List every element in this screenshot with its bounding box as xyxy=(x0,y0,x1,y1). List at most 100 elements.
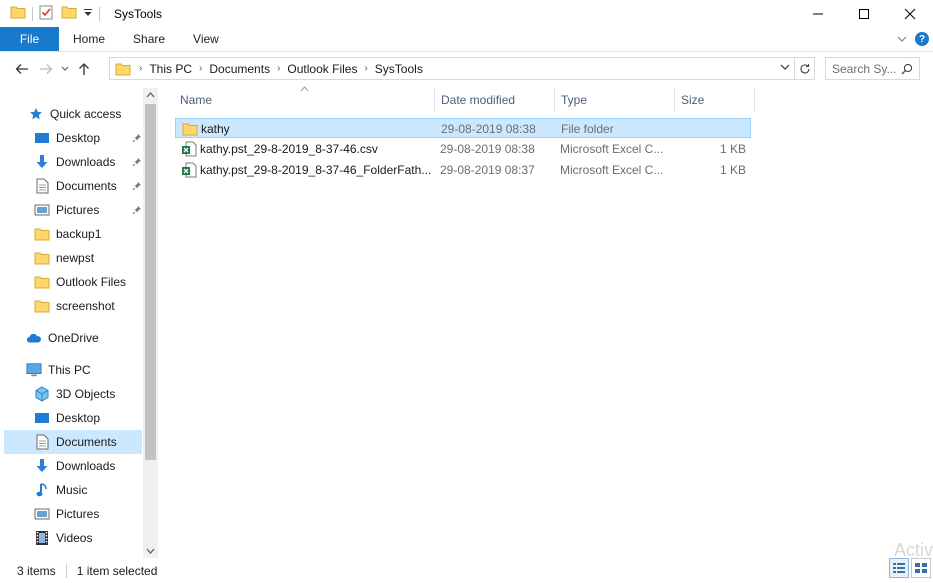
address-dropdown-icon[interactable] xyxy=(780,63,790,71)
sidebar-item-music[interactable]: Music xyxy=(34,478,142,502)
file-row-csv[interactable]: kathy.pst_29-8-2019_8-37-46.csv 29-08-20… xyxy=(175,139,751,159)
music-note-icon xyxy=(34,482,50,498)
folder-icon xyxy=(182,119,198,139)
sidebar-item-desktop[interactable]: Desktop xyxy=(34,126,142,150)
breadcrumb-separator-icon[interactable]: › xyxy=(199,63,202,74)
ribbon-tabs: File Home Share View ? xyxy=(0,27,933,51)
sidebar-item-3d-objects[interactable]: 3D Objects xyxy=(34,382,142,406)
scroll-down-icon[interactable] xyxy=(146,548,155,555)
column-header-date-modified[interactable]: Date modified xyxy=(435,88,555,112)
details-view-icon[interactable] xyxy=(889,558,909,578)
sidebar-item-backup1[interactable]: backup1 xyxy=(34,222,142,246)
scrollbar-thumb[interactable] xyxy=(145,104,156,460)
navigation-pane-scrollbar[interactable] xyxy=(143,88,158,558)
folder-icon xyxy=(34,226,50,242)
breadcrumb-outlook-files[interactable]: Outlook Files xyxy=(287,62,357,76)
tab-file[interactable]: File xyxy=(0,27,59,51)
file-type: Microsoft Excel C... xyxy=(560,142,664,156)
folder-icon xyxy=(34,250,50,266)
sidebar-item-newpst[interactable]: newpst xyxy=(34,246,142,270)
file-row-folderfath[interactable]: kathy.pst_29-8-2019_8-37-46_FolderFath..… xyxy=(175,160,751,180)
sidebar-item-downloads[interactable]: Downloads xyxy=(34,150,142,174)
up-button[interactable] xyxy=(72,57,96,81)
maximize-button[interactable] xyxy=(841,0,887,27)
computer-icon xyxy=(26,362,42,378)
sidebar-item-documents[interactable]: Documents xyxy=(34,174,142,198)
column-header-size[interactable]: Size xyxy=(675,88,755,112)
file-size: 1 KB xyxy=(719,163,746,177)
breadcrumb-systools[interactable]: SysTools xyxy=(375,62,423,76)
folder-icon xyxy=(34,274,50,290)
excel-csv-icon xyxy=(181,160,197,180)
tab-home[interactable]: Home xyxy=(59,27,119,51)
desktop-icon xyxy=(34,410,50,426)
status-bar: 3 items 1 item selected xyxy=(0,558,933,583)
sort-ascending-icon xyxy=(300,86,309,92)
expand-ribbon-icon[interactable] xyxy=(897,32,907,46)
scroll-up-icon[interactable] xyxy=(146,91,155,98)
recent-locations-button[interactable] xyxy=(58,57,72,81)
desktop-icon xyxy=(34,130,50,146)
pictures-icon xyxy=(34,202,50,218)
excel-csv-icon xyxy=(181,139,197,159)
document-icon xyxy=(34,434,50,450)
file-type: File folder xyxy=(561,122,614,136)
film-icon xyxy=(34,530,50,546)
breadcrumb-this-pc[interactable]: This PC xyxy=(149,62,192,76)
sidebar-item-pc-documents[interactable]: Documents xyxy=(4,430,142,454)
breadcrumb-documents[interactable]: Documents xyxy=(209,62,270,76)
refresh-icon[interactable] xyxy=(794,58,814,79)
back-button[interactable] xyxy=(10,57,34,81)
file-date: 29-08-2019 08:38 xyxy=(441,122,536,136)
navigation-pane: Quick access Desktop Downloads Documents… xyxy=(0,88,158,558)
search-icon[interactable] xyxy=(901,63,913,75)
title-bar: SysTools xyxy=(0,0,933,27)
sidebar-item-onedrive[interactable]: OneDrive xyxy=(26,326,142,350)
column-header-name[interactable]: Name xyxy=(174,86,435,112)
file-name: kathy.pst_29-8-2019_8-37-46.csv xyxy=(200,142,378,156)
pin-icon[interactable] xyxy=(132,156,142,170)
forward-button[interactable] xyxy=(34,57,58,81)
pictures-icon xyxy=(34,506,50,522)
search-input[interactable]: Search Sy... xyxy=(825,57,920,80)
new-folder-icon[interactable] xyxy=(61,5,77,22)
file-row-kathy[interactable]: kathy 29-08-2019 08:38 File folder xyxy=(175,118,751,138)
file-name: kathy xyxy=(201,122,230,136)
download-arrow-icon xyxy=(34,458,50,474)
sidebar-item-outlook-files[interactable]: Outlook Files xyxy=(34,270,142,294)
minimize-button[interactable] xyxy=(795,0,841,27)
file-date: 29-08-2019 08:37 xyxy=(440,163,535,177)
close-button[interactable] xyxy=(887,0,933,27)
sidebar-item-pc-downloads[interactable]: Downloads xyxy=(34,454,142,478)
window-title: SysTools xyxy=(114,6,163,21)
tab-view[interactable]: View xyxy=(179,27,233,51)
customize-toolbar-icon[interactable] xyxy=(83,7,93,21)
sidebar-item-this-pc[interactable]: This PC xyxy=(26,358,142,382)
star-icon xyxy=(28,106,44,122)
sidebar-item-videos[interactable]: Videos xyxy=(34,526,142,550)
pin-icon[interactable] xyxy=(132,132,142,146)
address-bar[interactable]: › This PC › Documents › Outlook Files › … xyxy=(109,57,815,80)
breadcrumb-separator-icon[interactable]: › xyxy=(364,63,367,74)
properties-icon[interactable] xyxy=(39,5,53,23)
breadcrumb-separator-icon[interactable]: › xyxy=(277,63,280,74)
sidebar-item-quick-access[interactable]: Quick access xyxy=(28,102,143,126)
quick-access-toolbar xyxy=(10,0,106,27)
file-size xyxy=(681,119,747,139)
sidebar-item-pc-pictures[interactable]: Pictures xyxy=(34,502,142,526)
file-size: 1 KB xyxy=(719,142,746,156)
column-header-type[interactable]: Type xyxy=(555,88,675,112)
sidebar-item-pictures[interactable]: Pictures xyxy=(34,198,142,222)
sidebar-item-screenshot[interactable]: screenshot xyxy=(34,294,142,318)
breadcrumb-separator-icon[interactable]: › xyxy=(139,63,142,74)
tab-share[interactable]: Share xyxy=(119,27,179,51)
large-icons-view-icon[interactable] xyxy=(911,558,931,578)
sidebar-item-pc-desktop[interactable]: Desktop xyxy=(34,406,142,430)
help-icon[interactable]: ? xyxy=(915,32,929,46)
cube-icon xyxy=(34,386,50,402)
folder-icon xyxy=(10,5,26,22)
pin-icon[interactable] xyxy=(132,204,142,218)
folder-icon xyxy=(115,62,131,76)
selection-count: 1 item selected xyxy=(76,563,158,578)
pin-icon[interactable] xyxy=(132,180,142,194)
